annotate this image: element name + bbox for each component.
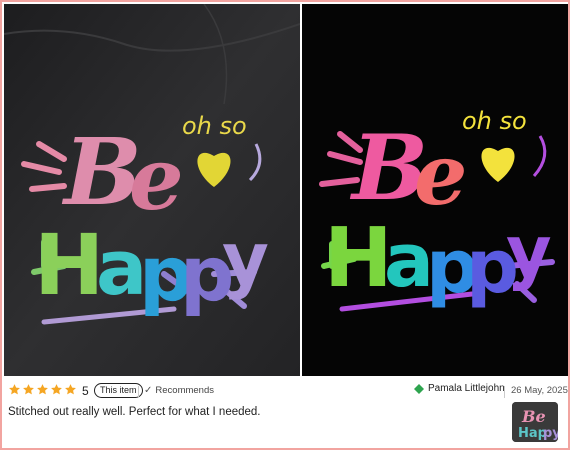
- review-meta-row: 5 This item ✓ Recommends Pamala Littlejo…: [4, 378, 568, 404]
- svg-text:e: e: [129, 129, 184, 230]
- review-card: B e oh so H a p p y B e oh so H a p p y …: [0, 0, 570, 450]
- svg-text:H: H: [324, 211, 393, 306]
- divider: [504, 386, 505, 398]
- divider: [138, 386, 139, 398]
- star-icon: [9, 384, 20, 395]
- svg-text:oh so: oh so: [182, 112, 247, 140]
- thumbnail-image: Be Hap py: [512, 402, 558, 442]
- svg-text:Be: Be: [521, 407, 546, 426]
- rating-value: 5: [82, 384, 89, 398]
- embroidery-photo-left: B e oh so H a p p y: [4, 4, 300, 376]
- recommends-text: Recommends: [155, 385, 214, 396]
- recommends-label: ✓ Recommends: [144, 385, 214, 396]
- svg-text:e: e: [414, 125, 467, 224]
- review-photo-stitched-shirt[interactable]: B e oh so H a p p y: [4, 4, 300, 376]
- review-photo-design-preview[interactable]: B e oh so H a p p y: [302, 4, 568, 376]
- review-date: 26 May, 2025: [511, 385, 568, 396]
- star-icon: [37, 384, 48, 395]
- svg-text:y: y: [222, 217, 269, 301]
- reviewer-name[interactable]: Pamala Littlejohn: [428, 383, 505, 394]
- review-text: Stitched out really well. Perfect for wh…: [8, 406, 261, 418]
- embroidery-photo-right: B e oh so H a p p y: [302, 4, 568, 376]
- svg-text:py: py: [543, 426, 558, 441]
- svg-text:H: H: [34, 216, 104, 314]
- star-rating: [8, 383, 77, 396]
- svg-text:y: y: [506, 211, 552, 293]
- this-item-badge: This item: [94, 383, 143, 398]
- star-icon: [51, 384, 62, 395]
- review-photo-thumbnail[interactable]: Be Hap py: [512, 402, 558, 442]
- reviewer[interactable]: Pamala Littlejohn: [414, 383, 505, 394]
- svg-text:oh so: oh so: [462, 107, 527, 135]
- checkmark-icon: ✓: [144, 385, 153, 396]
- star-icon: [65, 384, 76, 395]
- reviewer-badge-icon: [414, 383, 424, 394]
- star-icon: [23, 384, 34, 395]
